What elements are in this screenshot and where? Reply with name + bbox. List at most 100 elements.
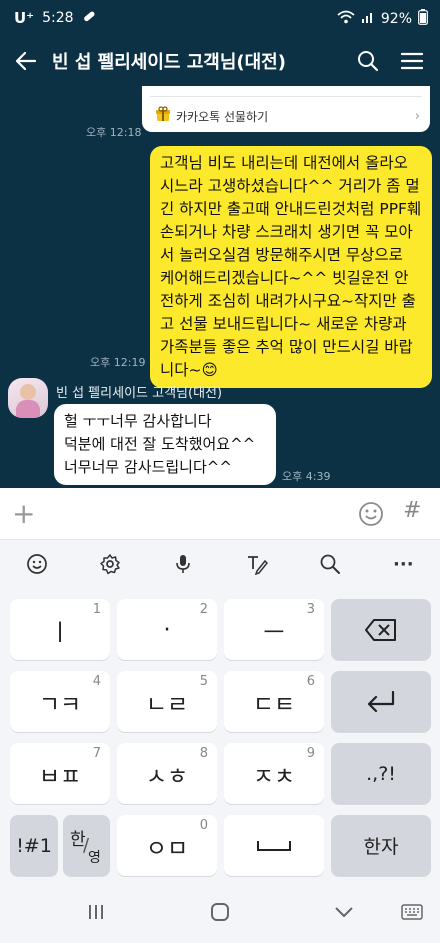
hamburger-menu-icon bbox=[400, 52, 424, 70]
space-key[interactable] bbox=[224, 815, 324, 876]
home-icon bbox=[211, 903, 229, 921]
key-label: 한자 bbox=[363, 836, 399, 858]
key-number-hint: 1 bbox=[92, 602, 101, 617]
message-input-bar[interactable]: + # bbox=[0, 488, 440, 540]
message-time: 오후 12:19 bbox=[90, 356, 146, 369]
message-line: 헐 ㅜㅜ너무 감사합니다 bbox=[64, 412, 212, 430]
status-time: 5:28 bbox=[42, 10, 74, 26]
other-message-bubble[interactable]: 헐 ㅜㅜ너무 감사합니다 덕분에 대전 잘 도착했어요^^ 너무너무 감사드립니… bbox=[54, 404, 276, 485]
back-button[interactable] bbox=[0, 36, 52, 86]
avatar[interactable] bbox=[8, 378, 48, 418]
keyboard-handwriting-button[interactable] bbox=[220, 540, 293, 588]
language-switch-key[interactable]: 한 / 영 bbox=[63, 815, 110, 876]
recent-apps-icon bbox=[89, 905, 103, 919]
key-ieung[interactable]: 0 ㅇㅁ bbox=[117, 815, 217, 876]
key-number-hint: 8 bbox=[199, 746, 208, 761]
keyboard-voice-button[interactable] bbox=[147, 540, 220, 588]
mic-icon bbox=[176, 555, 191, 573]
key-number-hint: 2 bbox=[199, 602, 208, 617]
gift-card[interactable]: 카카오톡 선물하기 › bbox=[142, 86, 430, 132]
keyboard-toolbar: ··· bbox=[0, 540, 440, 588]
backspace-icon bbox=[365, 618, 396, 641]
enter-key[interactable] bbox=[331, 671, 431, 732]
chevron-down-icon bbox=[335, 907, 353, 918]
key-siot[interactable]: 8 ㅅㅎ bbox=[117, 743, 217, 804]
lang-bottom-label: 영 bbox=[88, 850, 101, 866]
avatar-body bbox=[16, 400, 40, 418]
enter-icon bbox=[367, 690, 395, 712]
message-line: 덕분에 대전 잘 도착했어요^^ bbox=[64, 435, 256, 453]
key-label: ㅂㅍ bbox=[38, 763, 82, 790]
key-number-hint: 9 bbox=[306, 746, 315, 761]
attach-plus-button[interactable]: + bbox=[12, 500, 36, 528]
key-number-hint: 4 bbox=[92, 674, 101, 689]
chat-area[interactable]: 카카오톡 선물하기 › 오후 12:18 고객님 비도 내리는데 대전에서 올라… bbox=[0, 86, 440, 488]
settings-icon bbox=[100, 554, 120, 575]
sender-name: 빈 섭 펠리세이드 고객님(대전) bbox=[56, 386, 223, 401]
key-number-hint: 0 bbox=[199, 818, 208, 833]
key-number-hint: 6 bbox=[306, 674, 315, 689]
keyboard-switch-button[interactable] bbox=[392, 898, 432, 926]
backspace-key[interactable] bbox=[331, 599, 431, 660]
gift-card-divider bbox=[150, 96, 422, 97]
home-button[interactable] bbox=[200, 898, 240, 926]
back-arrow-icon bbox=[15, 51, 37, 71]
hide-keyboard-button[interactable] bbox=[324, 898, 364, 926]
message-line: 너무너무 감사드립니다^^ bbox=[64, 458, 232, 476]
key-label: ㄴㄹ bbox=[145, 691, 189, 718]
capsule-icon bbox=[82, 9, 96, 27]
signal-icon bbox=[361, 10, 375, 28]
gift-card-label: 카카오톡 선물하기 bbox=[176, 110, 269, 124]
keyboard-settings-button[interactable] bbox=[73, 540, 146, 588]
symbols-key[interactable]: !#1 bbox=[10, 815, 58, 876]
key-jieut[interactable]: 9 ㅈㅊ bbox=[224, 743, 324, 804]
navigation-bar bbox=[0, 880, 440, 943]
search-button[interactable] bbox=[346, 36, 390, 86]
chevron-right-icon: › bbox=[414, 109, 420, 124]
key-label: ㅇㅁ bbox=[145, 835, 189, 862]
gift-icon bbox=[156, 106, 170, 121]
message-time: 오후 4:39 bbox=[282, 470, 331, 483]
key-giyeok[interactable]: 4 ㄱㅋ bbox=[10, 671, 110, 732]
battery-icon bbox=[418, 9, 428, 29]
chat-header: 빈 섭 펠리세이드 고객님(대전) bbox=[0, 36, 440, 86]
key-bieup[interactable]: 7 ㅂㅍ bbox=[10, 743, 110, 804]
wifi-icon bbox=[337, 10, 355, 28]
hash-button[interactable]: # bbox=[403, 498, 421, 523]
keyboard-icon bbox=[401, 904, 423, 920]
key-label: .,?! bbox=[366, 762, 396, 785]
keyboard-more-button[interactable]: ··· bbox=[367, 540, 440, 588]
battery-percent: 92% bbox=[380, 11, 412, 27]
key-dot[interactable]: 2 · bbox=[117, 599, 217, 660]
emoticon-button[interactable] bbox=[358, 501, 384, 527]
key-label: ㅈㅊ bbox=[252, 763, 296, 790]
key-label: ㅡ bbox=[263, 619, 285, 646]
key-label: ㅣ bbox=[49, 619, 71, 646]
avatar-face bbox=[20, 384, 36, 400]
key-digeut[interactable]: 6 ㄷㅌ bbox=[224, 671, 324, 732]
keyboard: 1 ㅣ 2 · 3 ㅡ 4 ㄱㅋ 5 ㄴㄹ 6 ㄷㅌ 7 ㅂㅍ 8 ㅅㅎ 9 ㅈ… bbox=[0, 588, 440, 880]
search-icon bbox=[358, 51, 379, 72]
handwriting-icon bbox=[247, 556, 268, 575]
keyboard-emoji-button[interactable] bbox=[0, 540, 73, 588]
key-number-hint: 5 bbox=[199, 674, 208, 689]
hanja-key[interactable]: 한자 bbox=[331, 815, 431, 876]
message-time: 오후 12:18 bbox=[86, 126, 142, 139]
carrier-label: U⁺ bbox=[14, 9, 35, 27]
key-vowel-eu[interactable]: 3 ㅡ bbox=[224, 599, 324, 660]
status-bar: U⁺ 5:28 92% bbox=[0, 0, 440, 36]
recent-apps-button[interactable] bbox=[76, 898, 116, 926]
menu-button[interactable] bbox=[390, 36, 434, 86]
key-nieun[interactable]: 5 ㄴㄹ bbox=[117, 671, 217, 732]
key-vowel-i[interactable]: 1 ㅣ bbox=[10, 599, 110, 660]
key-label: ㅅㅎ bbox=[145, 763, 189, 790]
key-number-hint: 3 bbox=[306, 602, 315, 617]
punctuation-key[interactable]: .,?! bbox=[331, 743, 431, 804]
my-message-bubble[interactable]: 고객님 비도 내리는데 대전에서 올라오시느라 고생하셨습니다^^ 거리가 좀 … bbox=[150, 146, 432, 388]
key-label: ㄱㅋ bbox=[38, 691, 82, 718]
chat-title: 빈 섭 펠리세이드 고객님(대전) bbox=[52, 52, 286, 73]
key-number-hint: 7 bbox=[92, 746, 101, 761]
key-label: ㄷㅌ bbox=[252, 691, 296, 718]
keyboard-search-button[interactable] bbox=[293, 540, 366, 588]
emoji-icon bbox=[26, 554, 47, 574]
